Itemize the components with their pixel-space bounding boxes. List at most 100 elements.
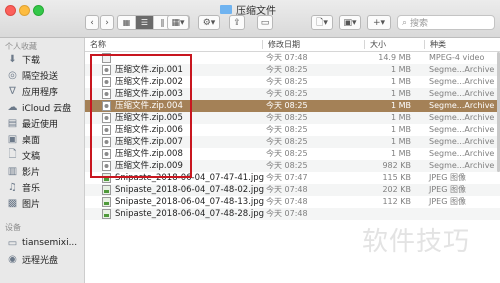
column-divider — [364, 40, 365, 49]
file-kind: Segme...Archive — [429, 77, 495, 86]
grid-icon: ▦▾ — [171, 17, 185, 28]
file-kind: Segme...Archive — [429, 65, 495, 74]
file-kind: Segme...Archive — [429, 101, 495, 110]
file-kind: Segme...Archive — [429, 89, 495, 98]
sidebar-item-airdrop[interactable]: ◎ 隔空投送 — [7, 68, 58, 82]
file-size: 112 KB — [382, 197, 411, 206]
image-icon — [102, 185, 111, 195]
file-size: 982 KB — [382, 161, 411, 170]
sidebar-item-pictures[interactable]: ▩ 图片 — [7, 196, 40, 210]
document-icon: 🗋▾ — [316, 17, 328, 28]
file-size: 1 MB — [390, 89, 411, 98]
finder-window: 压缩文件 ‹ › ▦ ☰ ‖ ▯ ▦▾ ⚙▾ ⇪ ▭ 🗋▾ ▣▾ — [0, 0, 500, 283]
column-divider — [424, 40, 425, 49]
sidebar-item-label: 桌面 — [22, 135, 41, 146]
toolbar: 压缩文件 ‹ › ▦ ☰ ‖ ▯ ▦▾ ⚙▾ ⇪ ▭ 🗋▾ ▣▾ — [0, 0, 500, 38]
image-icon — [102, 209, 111, 219]
devices-header: 设备 — [5, 223, 21, 232]
forward-button[interactable]: › — [100, 15, 114, 30]
minimize-window-button[interactable] — [19, 5, 30, 16]
archive-box-icon: ▣▾ — [343, 17, 357, 28]
document-button[interactable]: 🗋▾ — [311, 15, 333, 30]
back-button[interactable]: ‹ — [85, 15, 99, 30]
file-row[interactable]: Snipaste_2018-06-04_07-48-28.jpg 今天 07:4… — [85, 208, 500, 220]
sidebar-item-label: 隔空投送 — [22, 71, 59, 82]
file-size: 1 MB — [390, 65, 411, 74]
sidebar-item-downloads[interactable]: ⬇ 下载 — [7, 52, 40, 66]
search-field[interactable]: ⌕ 搜索 — [397, 15, 495, 30]
tag-button[interactable]: ▭ — [257, 15, 273, 30]
sidebar-item-recents[interactable]: ▤ 最近使用 — [7, 116, 58, 130]
file-date: 今天 08:25 — [266, 161, 308, 170]
sidebar-item-label: iCloud 云盘 — [22, 103, 72, 114]
sidebar-item-documents[interactable]: 🗋 文稿 — [7, 148, 40, 162]
documents-icon: 🗋 — [8, 148, 17, 160]
file-date: 今天 08:25 — [266, 101, 308, 110]
sidebar-item-applications[interactable]: ∇ 应用程序 — [7, 84, 58, 98]
archive-button[interactable]: ▣▾ — [339, 15, 361, 30]
file-size: 1 MB — [390, 149, 411, 158]
list-view-icon[interactable]: ☰ — [136, 16, 154, 29]
file-date: 今天 08:25 — [266, 125, 308, 134]
sidebar-item-music[interactable]: ♫ 音乐 — [7, 180, 40, 194]
file-size: 1 MB — [390, 137, 411, 146]
icon-view-icon[interactable]: ▦ — [118, 16, 136, 29]
sidebar-item-label: 图片 — [22, 199, 41, 210]
sidebar-item-computer[interactable]: ▭ tiansemixi... — [7, 236, 77, 250]
file-size: 1 MB — [390, 77, 411, 86]
sidebar-item-movies[interactable]: ▥ 影片 — [7, 164, 40, 178]
sidebar-item-label: 音乐 — [22, 183, 41, 194]
highlight-box — [90, 54, 192, 178]
add-button[interactable]: +▾ — [367, 15, 391, 30]
file-row[interactable]: Snipaste_2018-06-04_07-48-13.jpg 今天 07:4… — [85, 196, 500, 208]
column-divider — [262, 40, 263, 49]
computer-icon: ▭ — [7, 237, 18, 249]
file-kind: Segme...Archive — [429, 113, 495, 122]
favorites-header: 个人收藏 — [5, 42, 37, 51]
file-date: 今天 08:25 — [266, 77, 308, 86]
file-kind: Segme...Archive — [429, 125, 495, 134]
file-date: 今天 07:48 — [266, 185, 308, 194]
airdrop-icon: ◎ — [8, 69, 17, 81]
file-name: Snipaste_2018-06-04_07-48-28.jpg — [115, 209, 265, 219]
recent-icon: ▤ — [7, 117, 18, 129]
sidebar-item-label: tiansemixi... — [22, 238, 78, 248]
sidebar-item-desktop[interactable]: ▣ 桌面 — [7, 132, 40, 146]
file-name: Snipaste_2018-06-04_07-48-02.jpg — [115, 185, 265, 195]
file-kind: JPEG 图像 — [429, 173, 466, 182]
sidebar-item-remote-disc[interactable]: ◉ 远程光盘 — [7, 252, 58, 266]
movies-icon: ▥ — [7, 165, 18, 177]
column-header-size[interactable]: 大小 — [370, 39, 386, 50]
zoom-window-button[interactable] — [33, 5, 44, 16]
file-date: 今天 08:25 — [266, 65, 308, 74]
file-date: 今天 07:48 — [266, 197, 308, 206]
column-header-kind[interactable]: 种类 — [430, 39, 446, 50]
file-date: 今天 07:47 — [266, 173, 308, 182]
file-date: 今天 07:48 — [266, 53, 308, 62]
desktop-icon: ▣ — [7, 133, 18, 145]
sidebar: 个人收藏 ⬇ 下载 ◎ 隔空投送 ∇ 应用程序 ☁ iCloud 云盘 ▤ 最近… — [0, 38, 85, 283]
share-button[interactable]: ⇪ — [229, 15, 245, 30]
file-date: 今天 08:25 — [266, 89, 308, 98]
file-size: 14.9 MB — [378, 53, 411, 62]
folder-icon — [220, 5, 232, 14]
sidebar-item-label: 应用程序 — [22, 87, 59, 98]
download-icon: ⬇ — [8, 53, 17, 65]
file-kind: Segme...Archive — [429, 161, 495, 170]
file-row[interactable]: Snipaste_2018-06-04_07-48-02.jpg 今天 07:4… — [85, 184, 500, 196]
column-header-name[interactable]: 名称 — [90, 39, 106, 50]
file-date: 今天 08:25 — [266, 113, 308, 122]
file-kind: Segme...Archive — [429, 149, 495, 158]
close-window-button[interactable] — [5, 5, 16, 16]
group-button[interactable]: ▦▾ — [167, 15, 189, 30]
sidebar-item-label: 远程光盘 — [22, 255, 59, 266]
tag-icon: ▭ — [260, 17, 270, 28]
sidebar-item-label: 文稿 — [22, 151, 41, 162]
column-header-row: 名称 修改日期 大小 种类 — [85, 38, 500, 52]
sidebar-item-icloud[interactable]: ☁ iCloud 云盘 — [7, 100, 72, 114]
file-kind: MPEG-4 video — [429, 53, 485, 62]
sidebar-item-label: 影片 — [22, 167, 41, 178]
column-header-date[interactable]: 修改日期 — [268, 39, 300, 50]
chevron-left-icon: ‹ — [90, 17, 94, 28]
action-button[interactable]: ⚙▾ — [198, 15, 220, 30]
